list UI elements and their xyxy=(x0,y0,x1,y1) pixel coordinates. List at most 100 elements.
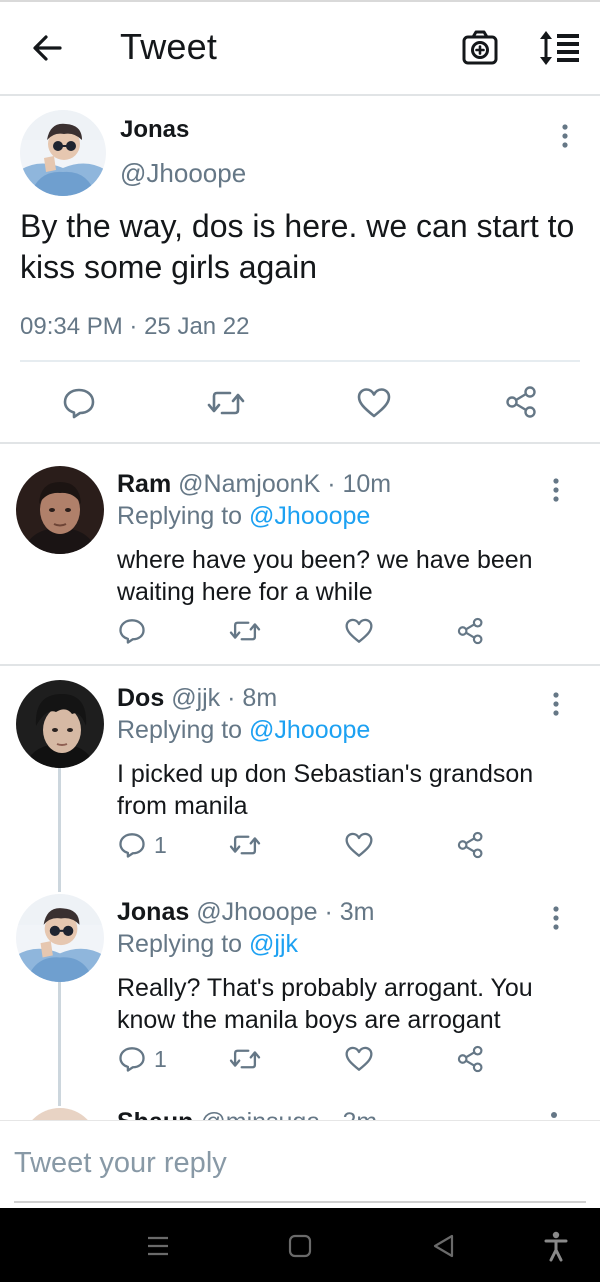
share-button[interactable] xyxy=(456,616,486,646)
author-handle[interactable]: @NamjoonK xyxy=(178,470,320,498)
replying-to-line: Replying to @Jhooope xyxy=(117,502,370,531)
reply-tweet[interactable]: Ram @NamjoonK · 10m Replying to @Jhooope… xyxy=(0,446,600,666)
reply-header: Dos @jjk · 8m xyxy=(117,684,277,713)
retweet-icon xyxy=(229,835,261,855)
reply-bubble-icon xyxy=(119,619,145,644)
page-title: Tweet xyxy=(120,26,218,67)
like-button[interactable] xyxy=(344,1045,374,1073)
tweet-text: By the way, dos is here. we can start to… xyxy=(20,208,575,285)
share-button[interactable] xyxy=(504,384,540,420)
avatar[interactable] xyxy=(20,110,106,196)
home-button[interactable] xyxy=(282,1228,318,1264)
reply-composer xyxy=(0,1120,600,1208)
avatar[interactable] xyxy=(16,680,104,768)
reply-actions xyxy=(0,614,600,648)
share-icon xyxy=(457,1045,483,1073)
like-button[interactable] xyxy=(356,386,392,420)
reply-tweet[interactable]: Dos @jjk · 8m Replying to @Jhooope I pic… xyxy=(0,660,600,874)
mention-link[interactable]: @Jhooope xyxy=(249,716,370,744)
mention-link[interactable]: @Jhooope xyxy=(249,502,370,530)
avatar[interactable] xyxy=(16,466,104,554)
avatar[interactable] xyxy=(22,1108,98,1120)
heart-icon xyxy=(345,618,373,643)
author-name[interactable]: Shaun xyxy=(117,1108,193,1120)
camera-button[interactable] xyxy=(460,28,500,68)
more-vertical-icon xyxy=(553,692,559,716)
reply-text: Really? That's probably arrogant. You kn… xyxy=(117,974,533,1034)
menu-lines-icon xyxy=(148,1236,168,1256)
author-handle[interactable]: @Jhooope xyxy=(196,898,317,926)
system-back-button[interactable] xyxy=(426,1228,462,1264)
timestamp-separator: · xyxy=(129,313,138,340)
retweet-button[interactable] xyxy=(206,386,246,420)
reply-header: Jonas @Jhooope · 3m xyxy=(117,898,375,927)
reply-button[interactable]: 1 xyxy=(118,1045,167,1073)
reply-bubble-icon xyxy=(119,1047,145,1072)
reply-text: where have you been? we have been waitin… xyxy=(117,546,533,606)
recent-apps-button[interactable] xyxy=(140,1228,176,1264)
sort-button[interactable] xyxy=(536,28,584,68)
more-options-button[interactable] xyxy=(546,904,566,934)
more-vertical-icon xyxy=(553,906,559,930)
reply-time: 10m xyxy=(342,470,392,498)
sort-lines-icon xyxy=(540,31,579,65)
replying-to-label: Replying to xyxy=(117,502,243,530)
partial-reply-tweet[interactable]: Shaun @minsuga · 2m xyxy=(0,1100,600,1120)
time-separator: · xyxy=(327,1108,335,1120)
author-name[interactable]: Jonas xyxy=(120,116,189,144)
reply-time: 8m xyxy=(242,684,278,712)
camera-plus-icon xyxy=(462,30,498,65)
reply-bubble-icon xyxy=(63,388,95,419)
header-bar: Tweet xyxy=(0,2,600,96)
author-handle[interactable]: @minsuga xyxy=(200,1108,320,1120)
tweet-actions xyxy=(0,382,600,422)
more-options-button[interactable] xyxy=(551,1112,557,1118)
retweet-icon xyxy=(229,621,261,641)
reply-tweet[interactable]: Jonas @Jhooope · 3m Replying to @jjk Rea… xyxy=(0,874,600,1088)
avatar[interactable] xyxy=(16,894,104,982)
more-options-button[interactable] xyxy=(546,690,566,720)
reply-input[interactable] xyxy=(14,1141,586,1185)
share-button[interactable] xyxy=(456,1044,486,1074)
reply-actions: 1 xyxy=(0,1042,600,1076)
retweet-button[interactable] xyxy=(228,1045,262,1073)
avatar-image xyxy=(16,894,104,982)
mention-link[interactable]: @jjk xyxy=(249,930,298,958)
share-icon xyxy=(457,617,483,645)
retweet-button[interactable] xyxy=(228,831,262,859)
author-name[interactable]: Ram xyxy=(117,470,171,498)
home-square-icon xyxy=(288,1234,312,1258)
author-name[interactable]: Jonas xyxy=(117,898,189,926)
share-button[interactable] xyxy=(456,830,486,860)
more-options-button[interactable] xyxy=(546,476,566,506)
more-vertical-icon xyxy=(562,124,568,148)
author-handle[interactable]: @Jhooope xyxy=(120,158,246,189)
time-separator: · xyxy=(327,470,336,498)
like-button[interactable] xyxy=(344,831,374,859)
avatar-image xyxy=(20,110,106,196)
share-icon xyxy=(506,386,536,418)
reply-button[interactable] xyxy=(62,386,96,420)
accessibility-button[interactable] xyxy=(538,1228,574,1264)
heart-icon xyxy=(345,1046,373,1071)
heart-icon xyxy=(357,388,391,418)
reply-button[interactable] xyxy=(118,617,154,645)
like-button[interactable] xyxy=(344,617,374,645)
time-separator: · xyxy=(227,684,236,712)
tweet-time: 09:34 PM xyxy=(20,313,123,340)
reply-button[interactable]: 1 xyxy=(118,831,167,859)
reply-bubble-icon xyxy=(119,833,145,858)
reply-count: 1 xyxy=(154,831,167,858)
main-tweet: Jonas @Jhooope By the way, dos is here. … xyxy=(0,96,600,444)
author-name[interactable]: Dos xyxy=(117,684,164,712)
more-options-button[interactable] xyxy=(555,122,575,152)
back-button[interactable] xyxy=(28,28,68,68)
retweet-button[interactable] xyxy=(228,617,262,645)
author-handle[interactable]: @jjk xyxy=(171,684,220,712)
reply-time: 2m xyxy=(342,1108,377,1120)
tweet-date: 25 Jan 22 xyxy=(144,313,250,340)
tweet-timestamp: 09:34 PM · 25 Jan 22 xyxy=(20,313,250,341)
avatar-image xyxy=(16,680,104,768)
time-separator: · xyxy=(324,898,333,926)
system-nav-bar xyxy=(0,1208,600,1282)
